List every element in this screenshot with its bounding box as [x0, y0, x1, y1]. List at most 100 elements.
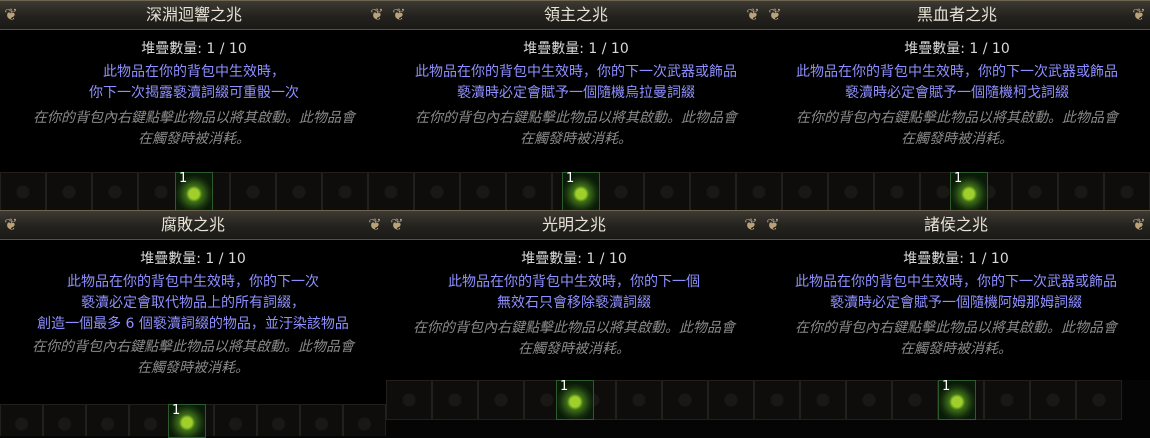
flavor-text: 在你的背包內右鍵點擊此物品以將其啟動。此物品會 在觸發時被消耗。 [32, 339, 354, 376]
flavor-text: 在你的背包內右鍵點擊此物品以將其啟動。此物品會 在觸發時被消耗。 [795, 320, 1117, 357]
tooltip-header: ❦ 光明之兆 ❦ [386, 210, 762, 240]
ornament-icon: ❦ [746, 5, 760, 24]
tooltip-card-2: ❦ 領主之兆 ❦ 堆疊數量: 1 / 10 此物品在你的背包中生效時，你的下一次… [388, 0, 764, 172]
item-description: 此物品在你的背包中生效時， 你下一次揭露褻瀆詞綴可重骰一次 [89, 64, 299, 101]
item-title: 腐敗之兆 [160, 215, 225, 234]
inventory-cell[interactable] [276, 172, 322, 212]
item-title: 黑血者之兆 [916, 5, 997, 24]
tooltip-card-1: ❦ 深淵迴響之兆 ❦ 堆疊數量: 1 / 10 此物品在你的背包中生效時， 你下… [0, 0, 388, 172]
ornament-icon: ❦ [1132, 215, 1146, 234]
inventory-cell[interactable] [782, 172, 828, 212]
ornament-icon: ❦ [392, 5, 406, 24]
inventory-cell[interactable] [230, 172, 276, 212]
ornament-icon: ❦ [4, 5, 18, 24]
tooltip-header: ❦ 黑血者之兆 ❦ [764, 0, 1150, 30]
inventory-cell[interactable] [644, 172, 690, 212]
inventory-cell[interactable] [506, 172, 552, 212]
omen-item-slot[interactable]: 1 [950, 171, 988, 212]
stack-size: 堆疊數量: 1 / 10 [141, 41, 247, 57]
item-title: 光明之兆 [541, 215, 606, 234]
tooltip-header: ❦ 深淵迴響之兆 ❦ [0, 0, 388, 30]
inventory-cell[interactable] [1030, 380, 1076, 420]
stack-size: 堆疊數量: 1 / 10 [904, 41, 1010, 57]
item-description: 此物品在你的背包中生效時，你的下一次武器或飾品 褻瀆時必定會賦予一個隨機烏拉曼詞… [415, 64, 737, 101]
ornament-icon: ❦ [1132, 5, 1146, 24]
inventory-cell[interactable] [846, 380, 892, 420]
ornament-icon: ❦ [368, 215, 382, 234]
item-description: 此物品在你的背包中生效時，你的下一次武器或飾品 褻瀆時必定會賦予一個隨機阿姆那姆… [795, 274, 1117, 311]
tooltip-header: ❦ 諸侯之兆 ❦ [762, 210, 1150, 240]
inventory-cell[interactable] [0, 404, 43, 436]
inventory-cell[interactable] [0, 172, 46, 212]
inventory-cell[interactable] [892, 380, 938, 420]
flavor-text: 在你的背包內右鍵點擊此物品以將其啟動。此物品會 在觸發時被消耗。 [413, 320, 735, 357]
inventory-cell[interactable] [42, 404, 86, 436]
item-description: 此物品在你的背包中生效時，你的下一次武器或飾品 褻瀆時必定會賦予一個隨機柯戈詞綴 [796, 64, 1118, 101]
tooltip-card-4: ❦ 腐敗之兆 ❦ 堆疊數量: 1 / 10 此物品在你的背包中生效時，你的下一次… [0, 210, 386, 404]
stack-size: 堆疊數量: 1 / 10 [140, 251, 246, 267]
inventory-cell[interactable] [616, 380, 662, 420]
inventory-cell[interactable] [414, 172, 460, 212]
ornament-icon: ❦ [4, 215, 18, 234]
flavor-text: 在你的背包內右鍵點擊此物品以將其啟動。此物品會 在觸發時被消耗。 [796, 110, 1118, 147]
inventory-cell[interactable] [1058, 172, 1104, 212]
inventory-cell[interactable] [85, 404, 129, 436]
inventory-cell[interactable] [300, 404, 344, 436]
item-quantity: 1 [172, 403, 181, 418]
inventory-cell[interactable] [128, 404, 172, 436]
inventory-cell[interactable] [828, 172, 874, 212]
inventory-cell[interactable] [598, 172, 644, 212]
inventory-cell[interactable] [662, 380, 708, 420]
tooltip-card-3: ❦ 黑血者之兆 ❦ 堆疊數量: 1 / 10 此物品在你的背包中生效時，你的下一… [764, 0, 1150, 172]
inventory-cell[interactable] [46, 172, 92, 212]
inventory-cell[interactable] [874, 172, 920, 212]
inventory-cell[interactable] [214, 404, 258, 436]
tooltip-card-6: ❦ 諸侯之兆 ❦ 堆疊數量: 1 / 10 此物品在你的背包中生效時，你的下一次… [762, 210, 1150, 380]
ornament-icon: ❦ [766, 215, 780, 234]
inventory-cell[interactable] [460, 172, 506, 212]
tooltip-header: ❦ 腐敗之兆 ❦ [0, 210, 386, 240]
item-quantity: 1 [566, 171, 575, 186]
stack-size: 堆疊數量: 1 / 10 [521, 251, 627, 267]
inventory-cell[interactable] [368, 172, 414, 212]
omen-item-slot[interactable]: 1 [556, 379, 594, 420]
item-quantity: 1 [560, 379, 569, 394]
inventory-cell[interactable] [984, 380, 1030, 420]
ornament-icon: ❦ [390, 215, 404, 234]
inventory-cell[interactable] [257, 404, 301, 436]
inventory-cell[interactable] [1012, 172, 1058, 212]
inventory-cell[interactable] [754, 380, 800, 420]
inventory-cell[interactable] [478, 380, 524, 420]
ornament-icon: ❦ [744, 215, 758, 234]
inventory-cell[interactable] [386, 380, 432, 420]
omen-item-slot[interactable]: 1 [938, 379, 976, 420]
ornament-icon: ❦ [768, 5, 782, 24]
omen-item-slot[interactable]: 1 [168, 403, 206, 438]
item-title: 領主之兆 [543, 5, 608, 24]
inventory-cell[interactable] [708, 380, 754, 420]
flavor-text: 在你的背包內右鍵點擊此物品以將其啟動。此物品會 在觸發時被消耗。 [33, 110, 355, 147]
inventory-cell[interactable] [1076, 380, 1122, 420]
inventory-cell[interactable] [92, 172, 138, 212]
stack-size: 堆疊數量: 1 / 10 [523, 41, 629, 57]
item-title: 深淵迴響之兆 [145, 5, 242, 24]
ornament-icon: ❦ [370, 5, 384, 24]
inventory-cell[interactable] [1104, 172, 1150, 212]
inventory-grid [386, 380, 1150, 420]
inventory-cell[interactable] [432, 380, 478, 420]
inventory-cell[interactable] [322, 172, 368, 212]
item-title: 諸侯之兆 [923, 215, 988, 234]
inventory-cell[interactable] [800, 380, 846, 420]
inventory-cell[interactable] [690, 172, 736, 212]
flavor-text: 在你的背包內右鍵點擊此物品以將其啟動。此物品會 在觸發時被消耗。 [415, 110, 737, 147]
stack-size: 堆疊數量: 1 / 10 [903, 251, 1009, 267]
omen-item-slot[interactable]: 1 [175, 171, 213, 212]
omen-item-slot[interactable]: 1 [562, 171, 600, 212]
item-quantity: 1 [179, 171, 188, 186]
item-quantity: 1 [954, 171, 963, 186]
tooltip-header: ❦ 領主之兆 ❦ [388, 0, 764, 30]
inventory-cell[interactable] [736, 172, 782, 212]
item-quantity: 1 [942, 379, 951, 394]
item-description: 此物品在你的背包中生效時，你的下一次 褻瀆必定會取代物品上的所有詞綴， 創造一個… [37, 274, 349, 332]
inventory-cell[interactable] [343, 404, 386, 436]
